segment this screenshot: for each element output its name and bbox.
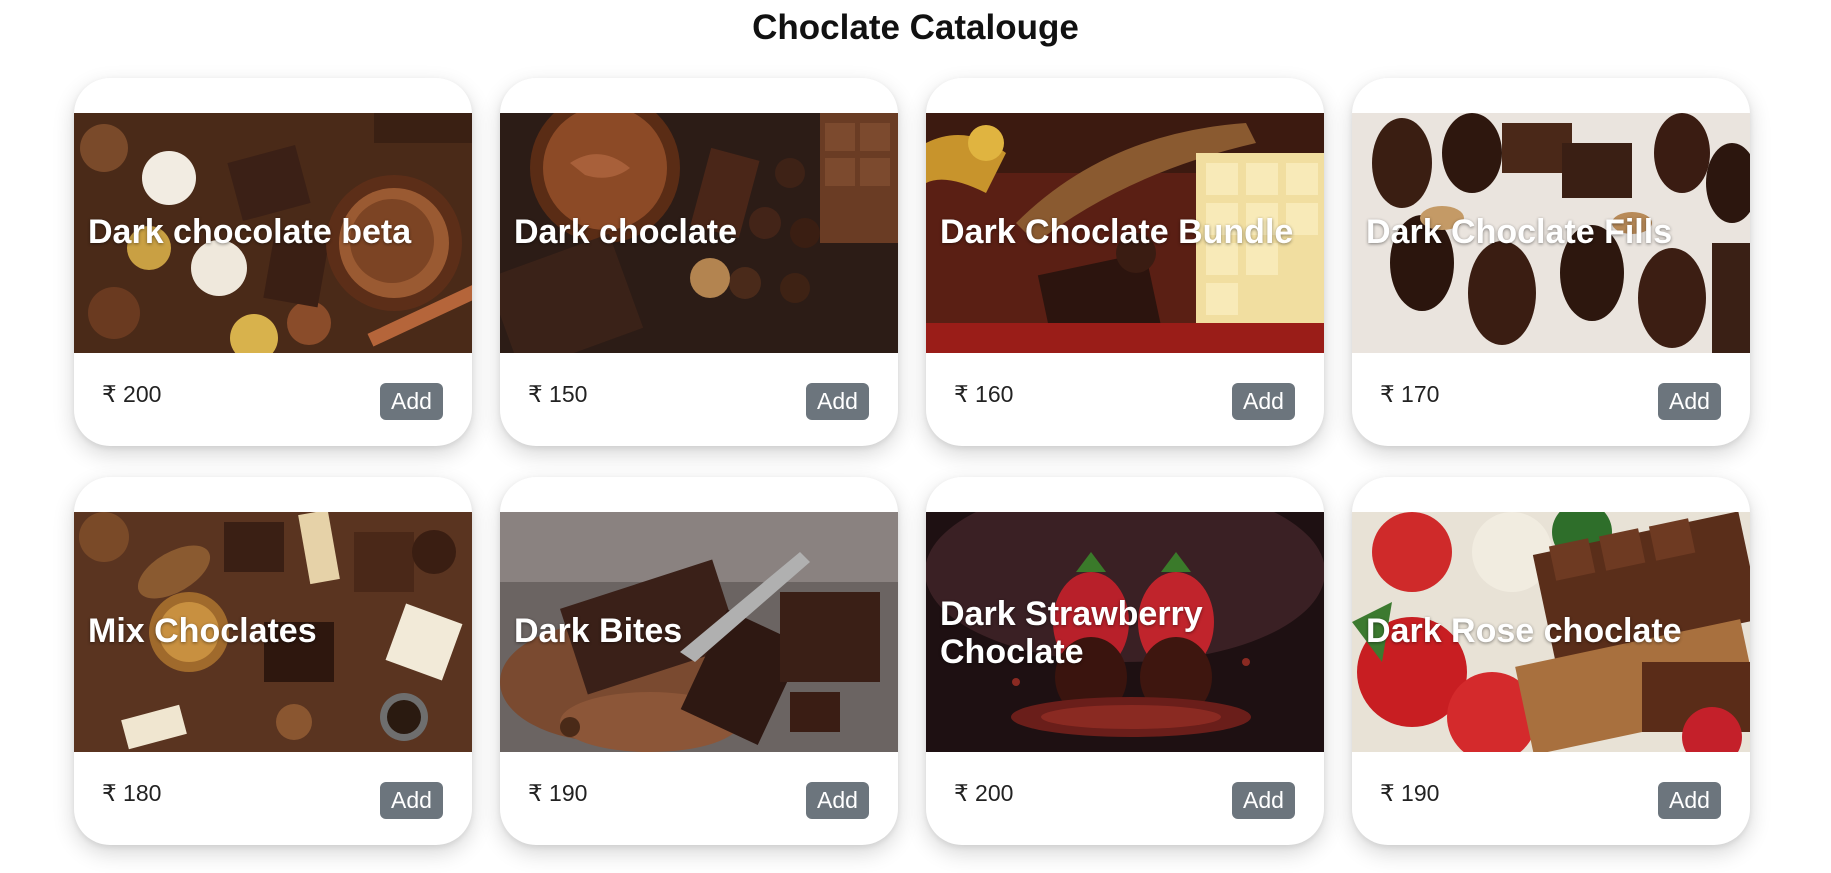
product-card: Dark Bites ₹ 190 Add [500,477,898,845]
product-grid: Dark chocolate beta ₹ 200 Add Dark chocl… [74,78,1750,845]
product-card: Dark chocolate beta ₹ 200 Add [74,78,472,446]
add-to-cart-button[interactable]: Add [1658,782,1721,819]
product-card: Dark Choclate Bundle ₹ 160 Add [926,78,1324,446]
card-footer: ₹ 200 Add [74,353,472,446]
product-title: Dark Rose choclate [1366,612,1682,650]
product-image: Dark choclate [500,113,898,353]
product-price: ₹ 150 [528,381,588,407]
add-to-cart-button[interactable]: Add [806,383,869,420]
product-price: ₹ 190 [1380,780,1440,806]
product-image: Mix Choclates [74,512,472,752]
page-title: Choclate Catalouge [752,8,1079,47]
product-image: Dark Strawberry Choclate [926,512,1324,752]
product-price: ₹ 200 [102,381,162,407]
product-price: ₹ 170 [1380,381,1440,407]
product-image: Dark Bites [500,512,898,752]
product-title: Dark Strawberry Choclate [940,595,1203,672]
add-to-cart-button[interactable]: Add [1232,782,1295,819]
card-footer: ₹ 190 Add [500,752,898,845]
product-title: Dark chocolate beta [88,213,412,251]
add-to-cart-button[interactable]: Add [806,782,869,819]
product-card: Mix Choclates ₹ 180 Add [74,477,472,845]
product-price: ₹ 160 [954,381,1014,407]
card-footer: ₹ 190 Add [1352,752,1750,845]
add-to-cart-button[interactable]: Add [1658,383,1721,420]
product-title: Dark Choclate Fills [1366,213,1673,251]
product-image: Dark Choclate Bundle [926,113,1324,353]
product-price: ₹ 200 [954,780,1014,806]
card-footer: ₹ 200 Add [926,752,1324,845]
product-title: Dark Choclate Bundle [940,213,1294,251]
card-footer: ₹ 160 Add [926,353,1324,446]
product-image: Dark chocolate beta [74,113,472,353]
product-card: Dark choclate ₹ 150 Add [500,78,898,446]
product-card: Dark Strawberry Choclate ₹ 200 Add [926,477,1324,845]
product-card: Dark Rose choclate ₹ 190 Add [1352,477,1750,845]
product-image: Dark Choclate Fills [1352,113,1750,353]
product-title: Mix Choclates [88,612,317,650]
add-to-cart-button[interactable]: Add [1232,383,1295,420]
card-footer: ₹ 150 Add [500,353,898,446]
catalogue-page: Choclate Catalouge Dark chocolate beta ₹… [0,0,1831,873]
product-title: Dark choclate [514,213,737,251]
product-card: Dark Choclate Fills ₹ 170 Add [1352,78,1750,446]
add-to-cart-button[interactable]: Add [380,383,443,420]
product-title: Dark Bites [514,612,683,650]
product-image: Dark Rose choclate [1352,512,1750,752]
card-footer: ₹ 180 Add [74,752,472,845]
card-footer: ₹ 170 Add [1352,353,1750,446]
product-price: ₹ 190 [528,780,588,806]
add-to-cart-button[interactable]: Add [380,782,443,819]
product-price: ₹ 180 [102,780,162,806]
